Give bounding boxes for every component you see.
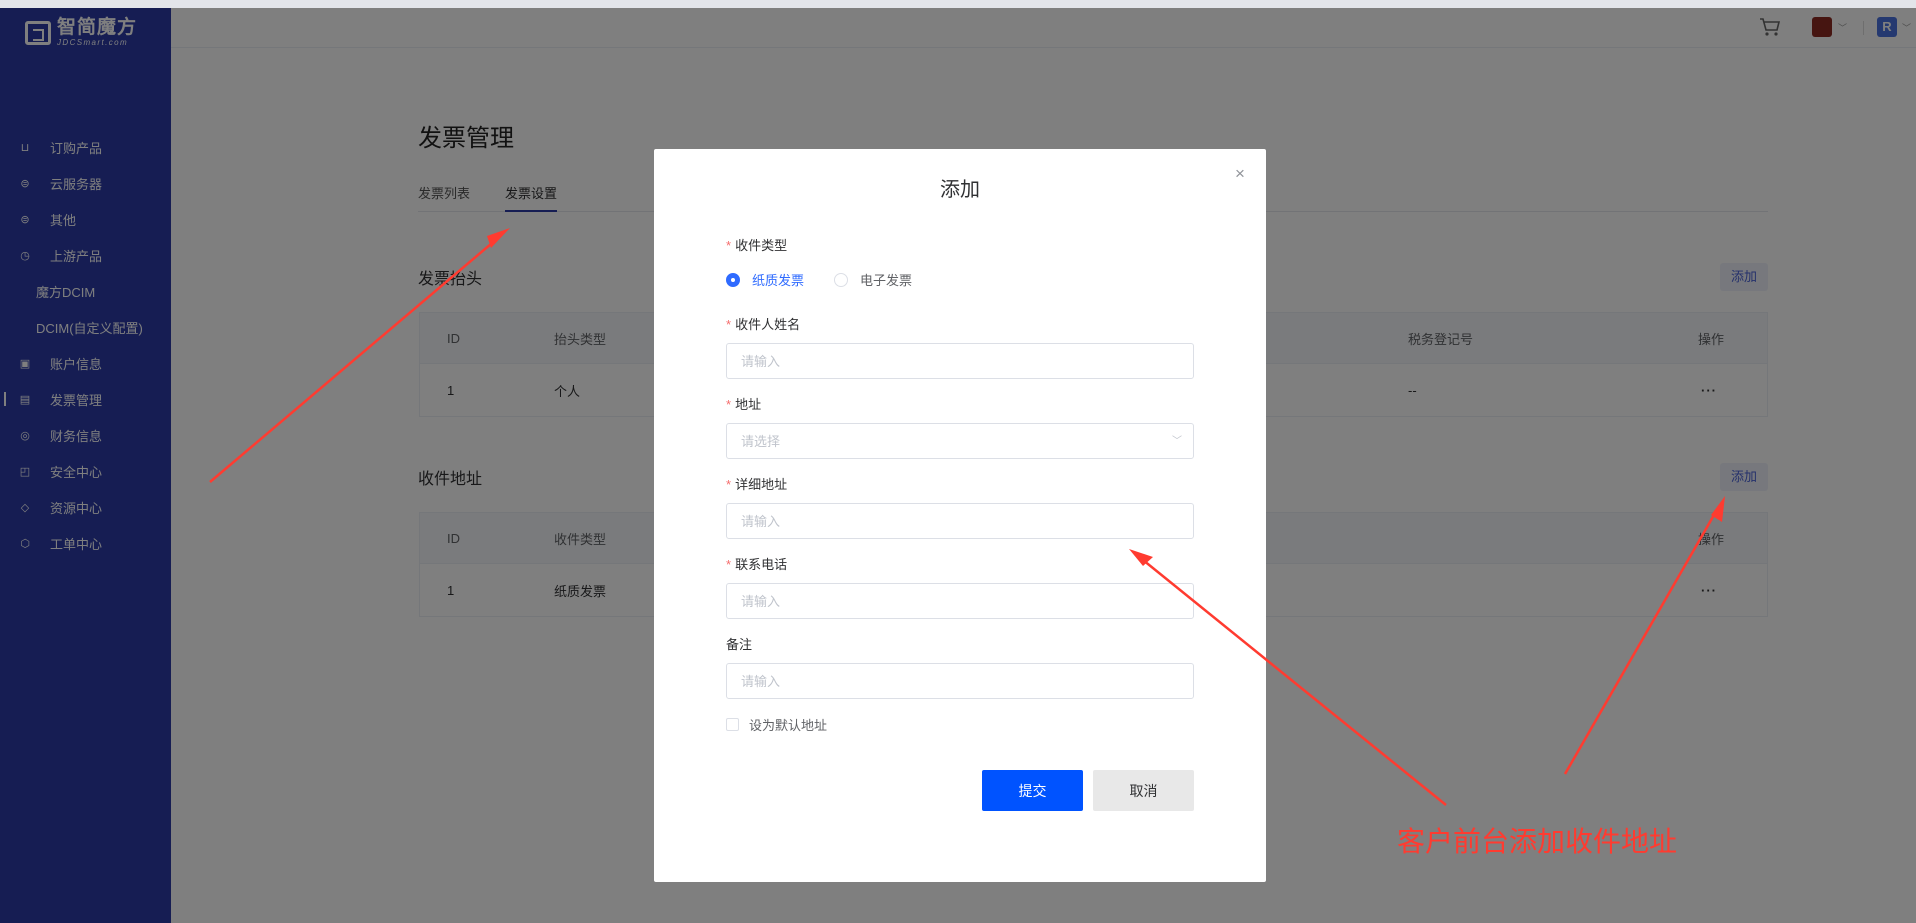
submit-button[interactable]: 提交 (982, 770, 1083, 811)
remark-label: 备注 (726, 637, 753, 652)
detail-address-label: * 详细地址 (726, 477, 788, 492)
receive-type-label: * 收件类型 (726, 238, 788, 253)
recipient-name-label: * 收件人姓名 (726, 317, 801, 332)
default-address-label: 设为默认地址 (749, 718, 828, 733)
chevron-down-icon[interactable]: ﹀ (1172, 432, 1182, 447)
default-address-option[interactable]: 设为默认地址 (726, 715, 827, 734)
detail-address-input[interactable] (726, 503, 1194, 539)
recipient-name-input[interactable] (726, 343, 1194, 379)
radio-electronic-invoice[interactable] (834, 272, 849, 287)
top-strip (0, 0, 1916, 8)
receive-type-radio-group: 纸质发票 电子发票 (726, 270, 942, 289)
dialog-title: 添加 (940, 179, 980, 201)
cancel-button[interactable]: 取消 (1093, 770, 1194, 811)
phone-label: * 联系电话 (726, 557, 788, 572)
radio-paper-invoice[interactable] (726, 272, 740, 287)
radio-label-electronic[interactable]: 电子发票 (860, 270, 912, 289)
region-select[interactable] (726, 423, 1194, 459)
phone-input[interactable] (726, 583, 1194, 619)
default-address-checkbox[interactable] (726, 718, 739, 731)
remark-input[interactable] (726, 663, 1194, 699)
add-address-dialog: 添加 × *收件类型 纸质发票 电子发票 *收件人姓名 *地址 ﹀ *详细地址 … (654, 149, 1266, 882)
annotation-caption: 客户前台添加收件地址 (1397, 826, 1678, 857)
radio-label-paper[interactable]: 纸质发票 (752, 270, 804, 289)
region-label: * 地址 (726, 397, 762, 412)
close-icon[interactable]: × (1235, 164, 1245, 184)
